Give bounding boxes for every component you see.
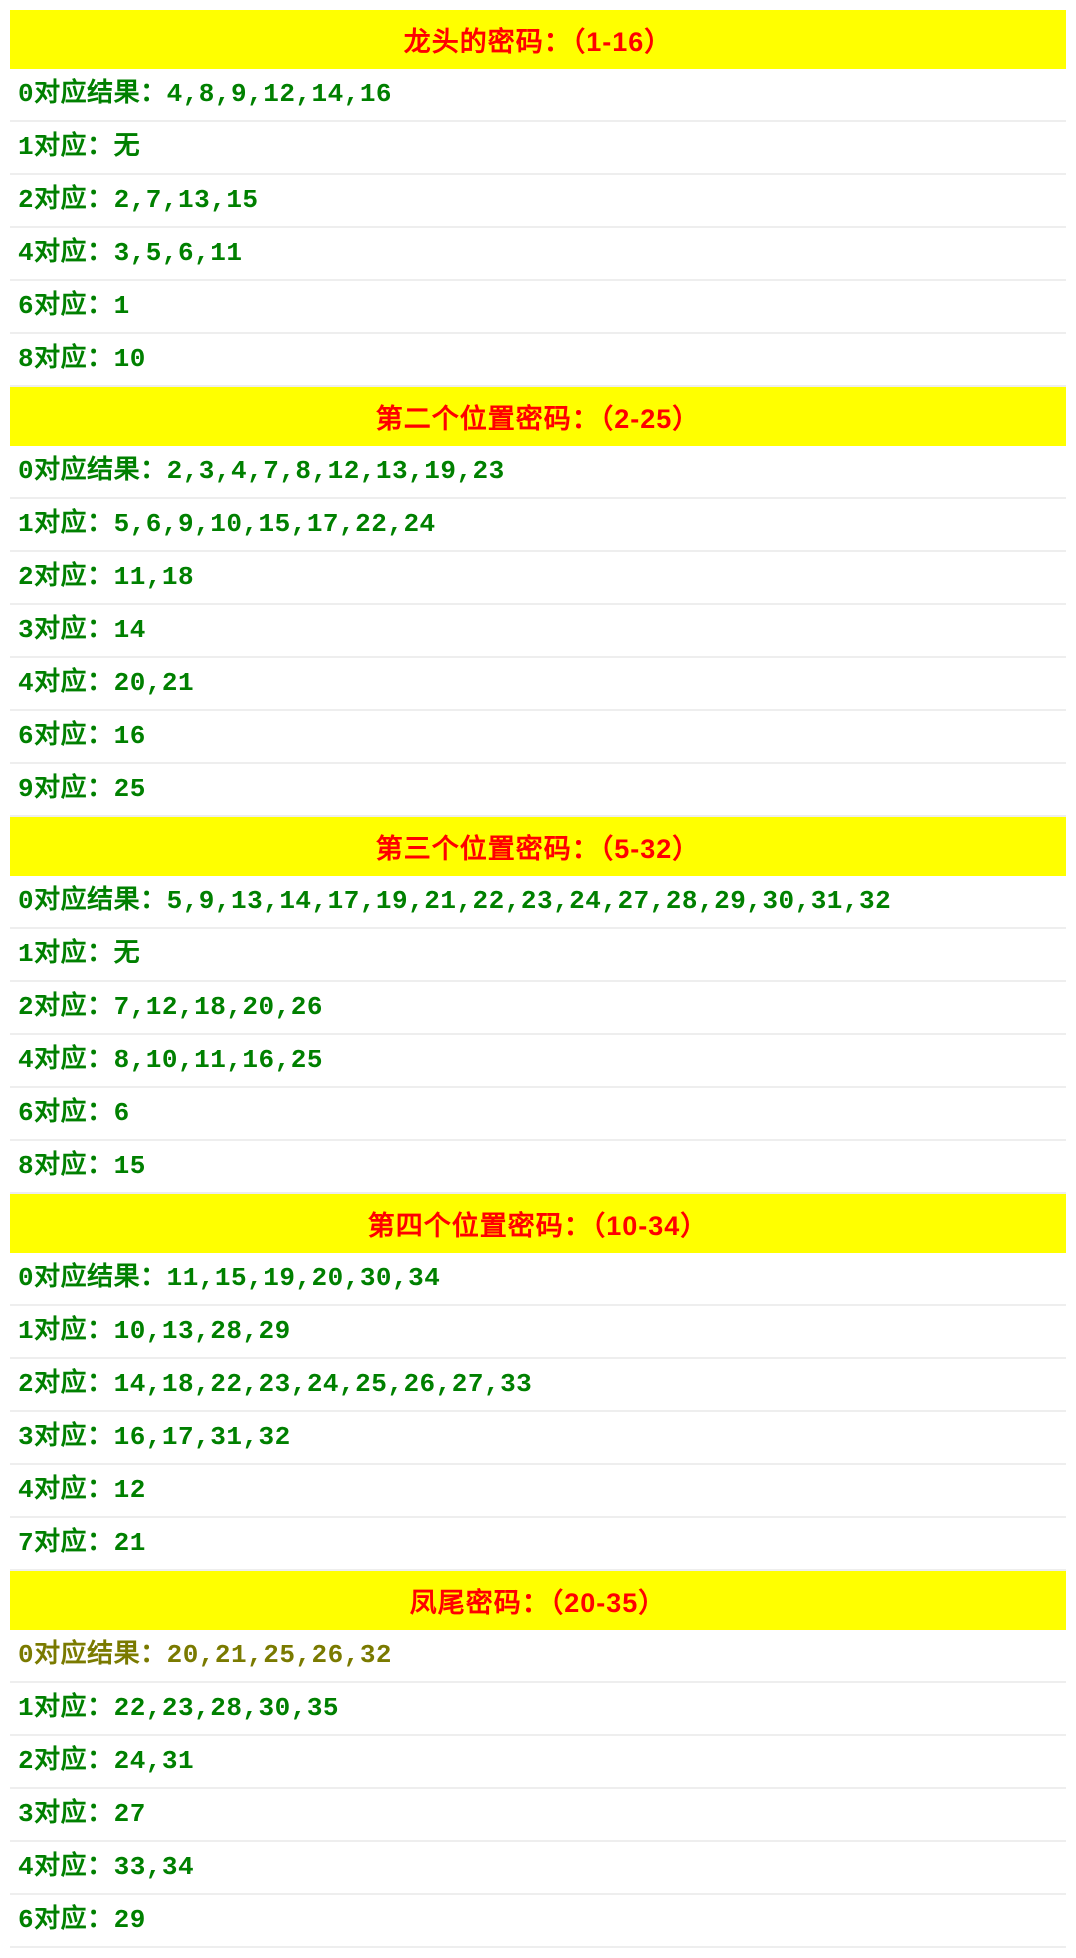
data-row: 9对应：25	[10, 764, 1066, 817]
data-row: 1对应：无	[10, 122, 1066, 175]
data-row: 6对应：6	[10, 1088, 1066, 1141]
data-row: 3对应：14	[10, 605, 1066, 658]
section-4: 第四个位置密码：（10-34） 0对应结果：11,15,19,20,30,34 …	[10, 1194, 1066, 1571]
data-row: 6对应：29	[10, 1895, 1066, 1948]
data-row: 0对应结果：2,3,4,7,8,12,13,19,23	[10, 446, 1066, 499]
data-row: 4对应：8,10,11,16,25	[10, 1035, 1066, 1088]
section-header: 龙头的密码：（1-16）	[10, 10, 1066, 69]
data-row: 2对应：11,18	[10, 552, 1066, 605]
data-row: 4对应：33,34	[10, 1842, 1066, 1895]
data-row: 1对应：无	[10, 929, 1066, 982]
data-row: 1对应：22,23,28,30,35	[10, 1683, 1066, 1736]
data-row: 1对应：10,13,28,29	[10, 1306, 1066, 1359]
data-row: 0对应结果：11,15,19,20,30,34	[10, 1253, 1066, 1306]
data-row: 4对应：3,5,6,11	[10, 228, 1066, 281]
data-row: 6对应：1	[10, 281, 1066, 334]
data-row: 0对应结果：4,8,9,12,14,16	[10, 69, 1066, 122]
data-row: 7对应：21	[10, 1518, 1066, 1571]
section-header: 凤尾密码：（20-35）	[10, 1571, 1066, 1630]
data-row: 0对应结果：20,21,25,26,32	[10, 1630, 1066, 1683]
section-3: 第三个位置密码：（5-32） 0对应结果：5,9,13,14,17,19,21,…	[10, 817, 1066, 1194]
table-container: 龙头的密码：（1-16） 0对应结果：4,8,9,12,14,16 1对应：无 …	[0, 0, 1076, 1958]
data-row: 3对应：16,17,31,32	[10, 1412, 1066, 1465]
data-row: 6对应：16	[10, 711, 1066, 764]
data-row: 8对应：10	[10, 334, 1066, 387]
section-1: 龙头的密码：（1-16） 0对应结果：4,8,9,12,14,16 1对应：无 …	[10, 10, 1066, 387]
data-row: 2对应：14,18,22,23,24,25,26,27,33	[10, 1359, 1066, 1412]
data-row: 4对应：20,21	[10, 658, 1066, 711]
section-5: 凤尾密码：（20-35） 0对应结果：20,21,25,26,32 1对应：22…	[10, 1571, 1066, 1948]
data-row: 1对应：5,6,9,10,15,17,22,24	[10, 499, 1066, 552]
section-header: 第四个位置密码：（10-34）	[10, 1194, 1066, 1253]
section-header: 第二个位置密码：（2-25）	[10, 387, 1066, 446]
data-row: 2对应：2,7,13,15	[10, 175, 1066, 228]
data-row: 2对应：7,12,18,20,26	[10, 982, 1066, 1035]
section-header: 第三个位置密码：（5-32）	[10, 817, 1066, 876]
data-row: 8对应：15	[10, 1141, 1066, 1194]
data-row: 2对应：24,31	[10, 1736, 1066, 1789]
data-row: 4对应：12	[10, 1465, 1066, 1518]
section-2: 第二个位置密码：（2-25） 0对应结果：2,3,4,7,8,12,13,19,…	[10, 387, 1066, 817]
data-row: 0对应结果：5,9,13,14,17,19,21,22,23,24,27,28,…	[10, 876, 1066, 929]
data-row: 3对应：27	[10, 1789, 1066, 1842]
